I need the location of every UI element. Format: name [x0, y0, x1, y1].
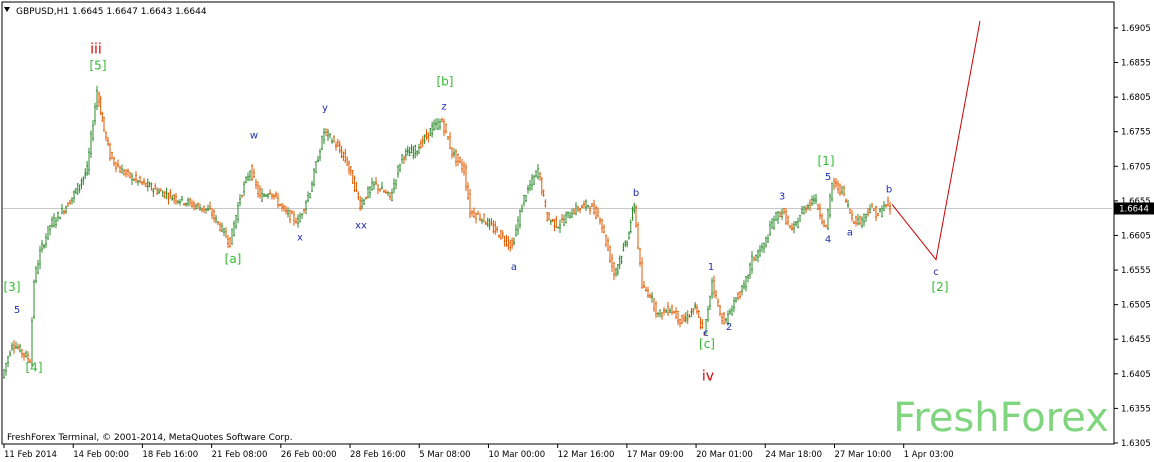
- wave-label: [5]: [90, 58, 107, 72]
- x-axis-tick-label: 20 Mar 01:00: [696, 450, 753, 460]
- x-axis-tick-label: 1 Apr 03:00: [904, 450, 954, 460]
- wave-label: [3]: [4, 280, 21, 294]
- wave-label: 1: [708, 262, 714, 273]
- wave-label: 4: [825, 234, 831, 245]
- y-axis-tick-label: 1.6405: [1121, 370, 1151, 380]
- x-axis-tick-label: 26 Feb 00:00: [281, 450, 337, 460]
- wave-label: y: [322, 103, 328, 114]
- wave-label: x: [297, 232, 303, 243]
- chart-window: GBPUSD,H1 1.6645 1.6647 1.6643 1.6644 Fr…: [0, 0, 1154, 462]
- x-axis-tick-label: 17 Mar 09:00: [627, 450, 684, 460]
- x-axis-tick-label: 28 Feb 16:00: [350, 450, 406, 460]
- watermark-logo: FreshForex: [893, 395, 1109, 441]
- wave-label: a: [511, 262, 517, 273]
- wave-label: [4]: [26, 361, 43, 375]
- y-axis-tick-label: 1.6555: [1121, 266, 1151, 276]
- header-title: GBPUSD,H1 1.6645 1.6647 1.6643 1.6644: [16, 7, 207, 17]
- wave-label: [b]: [437, 74, 454, 88]
- x-axis-tick-label: 12 Mar 16:00: [558, 450, 615, 460]
- wave-label: [c]: [699, 337, 715, 351]
- price-tag: 1.6644: [1114, 202, 1154, 215]
- x-axis-tick-label: 14 Feb 00:00: [73, 450, 129, 460]
- wave-label: 5: [14, 305, 20, 316]
- wave-label: 2: [726, 322, 732, 333]
- wave-label: c: [933, 267, 939, 278]
- footer-copyright: FreshForex Terminal, © 2001-2014, MetaQu…: [7, 433, 293, 443]
- wave-label: z: [441, 102, 446, 113]
- y-axis-tick-label: 1.6755: [1121, 128, 1151, 138]
- y-axis-tick-label: 1.6505: [1121, 301, 1151, 311]
- price-chart[interactable]: GBPUSD,H1 1.6645 1.6647 1.6643 1.6644 Fr…: [0, 0, 1154, 462]
- wave-label: w: [250, 131, 258, 142]
- wave-label: iii: [90, 42, 102, 58]
- y-axis-tick-label: 1.6305: [1121, 439, 1151, 449]
- x-axis-tick-label: 24 Mar 18:00: [765, 450, 822, 460]
- wave-label: xx: [355, 221, 367, 232]
- wave-label: [a]: [225, 252, 242, 266]
- x-axis-tick-label: 18 Feb 16:00: [142, 450, 198, 460]
- price-tag-value: 1.6644: [1119, 204, 1149, 214]
- wave-label: b: [886, 185, 892, 196]
- x-axis-tick-label: 21 Feb 08:00: [212, 450, 268, 460]
- x-axis-tick-label: 10 Mar 00:00: [488, 450, 545, 460]
- y-axis-tick-label: 1.6805: [1121, 93, 1151, 103]
- x-axis-tick-label: 27 Mar 10:00: [834, 450, 891, 460]
- chart-header: GBPUSD,H1 1.6645 1.6647 1.6643 1.6644: [4, 7, 207, 17]
- plot-area: [1, 1, 1115, 445]
- wave-label: iv: [702, 369, 714, 385]
- y-axis-tick-label: 1.6455: [1121, 335, 1151, 345]
- y-axis-tick-label: 1.6355: [1121, 404, 1151, 414]
- wave-label: [2]: [932, 280, 949, 294]
- wave-label: 3: [779, 191, 785, 202]
- x-axis-tick-label: 5 Mar 08:00: [419, 450, 470, 460]
- wave-label: [1]: [818, 154, 835, 168]
- y-axis-tick-label: 1.6905: [1121, 24, 1151, 34]
- wave-label: b: [633, 188, 639, 199]
- y-axis-tick-label: 1.6705: [1121, 162, 1151, 172]
- x-axis-tick-label: 11 Feb 2014: [4, 450, 57, 460]
- y-axis-tick-label: 1.6605: [1121, 231, 1151, 241]
- wave-label: a: [847, 227, 853, 238]
- wave-label: 5: [825, 172, 831, 183]
- y-axis-tick-label: 1.6855: [1121, 59, 1151, 69]
